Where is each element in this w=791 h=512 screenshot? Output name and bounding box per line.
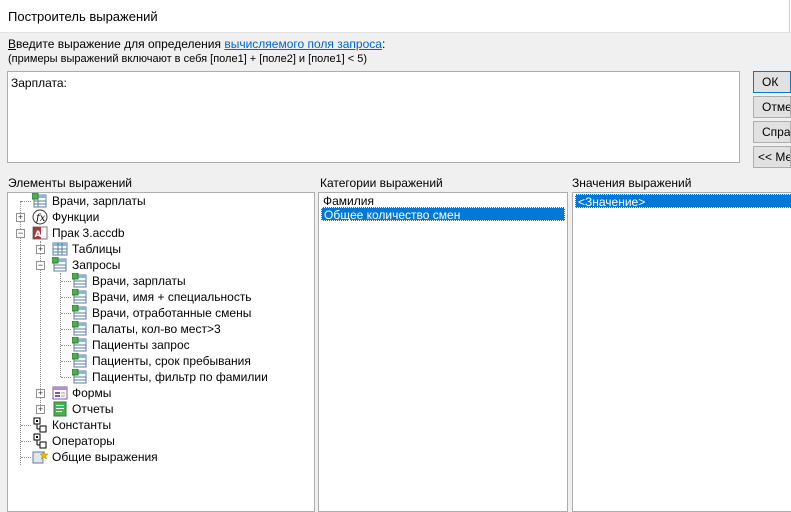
- tree-item-label: Общие выражения: [52, 450, 158, 464]
- tree-line: [61, 377, 71, 378]
- tree-line: [21, 425, 31, 426]
- forms-icon: [52, 386, 68, 400]
- elements-label: Элементы выражений: [8, 176, 132, 190]
- common-expressions-icon: [32, 450, 48, 464]
- tree-line: [21, 457, 31, 458]
- svg-text:fx: fx: [35, 213, 46, 224]
- tree-line: [61, 281, 71, 282]
- tree-item-label: Врачи, зарплаты: [52, 194, 146, 208]
- less-button-label: << Меньше: [758, 150, 790, 164]
- expand-icon[interactable]: +: [36, 405, 45, 414]
- tree-item-label: Запросы: [72, 258, 121, 272]
- title-bar: Построитель выражений: [0, 0, 791, 33]
- access-database-icon: A: [32, 226, 48, 240]
- tree-line: [61, 361, 71, 362]
- expand-icon[interactable]: +: [36, 245, 45, 254]
- ok-button[interactable]: ОК: [753, 71, 791, 93]
- elements-tree[interactable]: Врачи, зарплаты + fx Функции − A Прак 3.…: [7, 192, 315, 512]
- query-icon: [72, 305, 87, 320]
- examples-text: (примеры выражений включают в себя [поле…: [8, 53, 368, 65]
- ok-button-label: ОК: [762, 75, 779, 89]
- hint-suffix: :: [381, 37, 386, 51]
- instruction-text: Введите выражение для определения вычисл…: [8, 37, 385, 51]
- tree-item-label: Константы: [52, 418, 112, 432]
- tree-item-label: Прак 3.accdb: [52, 226, 125, 240]
- tree-item-label: Отчеты: [72, 402, 114, 416]
- tree-item-label: Операторы: [52, 434, 115, 448]
- tree-line: [21, 201, 31, 202]
- tree-item-label: Таблицы: [72, 242, 122, 256]
- constants-icon: [33, 417, 47, 433]
- calculated-field-link[interactable]: вычисляемого поля запроса: [224, 37, 382, 51]
- query-icon: [72, 289, 87, 304]
- cancel-button[interactable]: Отмена: [753, 96, 791, 118]
- tree-item-label: Врачи, имя + специальность: [92, 290, 252, 304]
- tree-item-label: Формы: [72, 386, 112, 400]
- tree-item-label: Палаты, кол-во мест>3: [92, 322, 221, 336]
- category-item[interactable]: Фамилия: [321, 194, 565, 208]
- functions-icon: fx: [32, 209, 48, 225]
- categories-list[interactable]: Фамилия Общее количество смен: [318, 192, 568, 512]
- tree-line: [21, 441, 31, 442]
- tree-line: [61, 297, 71, 298]
- hint-prefix: ведите выражение для определения: [16, 37, 225, 51]
- window-title: Построитель выражений: [8, 9, 158, 24]
- tree-item-label: Врачи, зарплаты: [92, 274, 186, 288]
- values-list[interactable]: <Значение>: [572, 192, 791, 512]
- collapse-icon[interactable]: −: [36, 261, 45, 270]
- title-divider: [789, 0, 790, 32]
- query-icon: [32, 193, 47, 208]
- value-item-selected[interactable]: <Значение>: [575, 194, 791, 209]
- tree-line: [61, 329, 71, 330]
- expression-box[interactable]: Зарплата:: [7, 71, 740, 163]
- tree-item-label: Врачи, отработанные смены: [92, 306, 252, 320]
- query-icon: [72, 337, 87, 352]
- tree-item-label: Пациенты запрос: [92, 338, 190, 352]
- help-button[interactable]: Справка: [753, 121, 791, 143]
- less-button[interactable]: << Меньше: [753, 146, 791, 168]
- tree-item-label: Пациенты, срок пребывания: [92, 354, 251, 368]
- tree-item-label: Пациенты, фильтр по фамилии: [92, 370, 268, 384]
- values-label: Значения выражений: [572, 176, 692, 190]
- query-icon: [72, 273, 87, 288]
- expand-icon[interactable]: +: [16, 213, 25, 222]
- query-icon: [72, 353, 87, 368]
- reports-icon: [53, 401, 67, 417]
- query-icon: [72, 369, 87, 384]
- category-item-selected[interactable]: Общее количество смен: [321, 207, 565, 222]
- help-button-label: Справка: [762, 125, 791, 139]
- table-icon: [52, 242, 68, 256]
- query-icon: [72, 321, 87, 336]
- operators-icon: [33, 433, 47, 449]
- tree-item-label: Функции: [52, 210, 100, 224]
- hint-accel: В: [8, 37, 17, 51]
- expand-icon[interactable]: +: [36, 389, 45, 398]
- collapse-icon[interactable]: −: [16, 229, 25, 238]
- categories-label: Категории выражений: [320, 176, 443, 190]
- tree-line: [61, 345, 71, 346]
- queries-icon: [52, 257, 67, 272]
- tree-line: [61, 313, 71, 314]
- expression-input[interactable]: Зарплата:: [11, 76, 736, 158]
- svg-text:A: A: [35, 230, 42, 240]
- cancel-button-label: Отмена: [762, 100, 790, 114]
